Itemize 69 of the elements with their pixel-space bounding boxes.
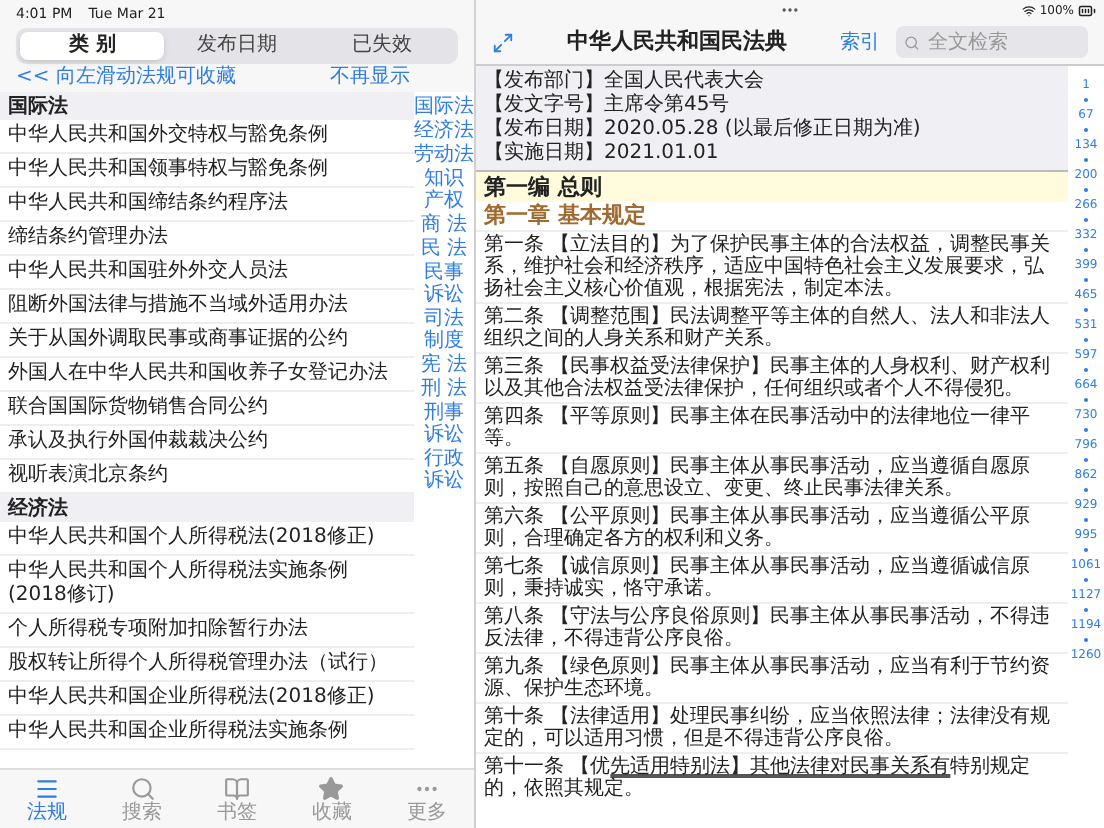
law-list-item[interactable]: 个人所得税专项附加扣除暂行办法: [0, 614, 414, 648]
law-list-item[interactable]: 联合国国际货物销售合同公约: [0, 392, 414, 426]
category-index[interactable]: 劳动法: [414, 144, 474, 166]
segment-tab[interactable]: 发布日期: [164, 32, 310, 60]
battery-icon: [1078, 1, 1096, 19]
law-list-item[interactable]: 中华人民共和国企业所得税法(2018修正): [0, 682, 414, 716]
section-header: 经济法: [0, 494, 414, 522]
category-index[interactable]: 民 法: [420, 238, 468, 260]
book-icon: [224, 775, 251, 801]
law-list-item[interactable]: 缔结条约管理办法: [0, 222, 414, 256]
law-list-item[interactable]: 中华人民共和国个人所得税法实施条例(2018修订): [0, 556, 414, 614]
law-list-item[interactable]: 中华人民共和国外交特权与豁免条例: [0, 120, 414, 154]
category-index[interactable]: 知识产权: [424, 168, 464, 212]
star-icon: [318, 775, 345, 801]
article-text: 第五条 【自愿原则】民事主体从事民事活动，应当遵循自愿原则，按照自己的意思设立、变更、终止民事法律关系。: [476, 452, 1068, 502]
category-index[interactable]: 行政诉讼: [424, 448, 464, 492]
search-field[interactable]: 全文检索: [896, 26, 1088, 58]
document-meta: 【发布日期】2020.05.28 (以最后修正日期为准): [484, 118, 923, 141]
category-index[interactable]: 国际法: [414, 96, 474, 118]
part-heading: 第一编 总则: [476, 172, 1068, 202]
search-icon: [129, 775, 156, 801]
law-list-item[interactable]: 承认及执行外国仲裁裁决公约: [0, 426, 414, 460]
dismiss-link[interactable]: 不再显示: [330, 66, 410, 90]
category-index[interactable]: 刑 法: [420, 378, 468, 400]
chapter-heading: 第一章 基本规定: [482, 202, 648, 230]
tab-bar-item[interactable]: 法规: [0, 770, 95, 828]
article-text: 第二条 【调整范围】民法调整平等主体的自然人、法人和非法人组织之间的人身关系和财产关系。: [476, 302, 1068, 352]
article-text: 第六条 【公平原则】民事主体从事民事活动，应当遵循公平原则，合理确定各方的权利和义务。: [476, 502, 1068, 552]
search-icon: [904, 33, 920, 51]
document-meta: 【实施日期】2021.01.01: [484, 142, 721, 166]
law-list-item[interactable]: 阻断外国法律与措施不当域外适用办法: [0, 290, 414, 324]
law-list-item[interactable]: 关于从国外调取民事或商事证据的公约: [0, 324, 414, 358]
document-meta: 【发文字号】主席令第45号: [484, 94, 732, 117]
swipe-hint: << 向左滑动法规可收藏: [16, 66, 236, 90]
law-list-item[interactable]: 中华人民共和国缔结条约程序法: [0, 188, 414, 222]
law-list-item[interactable]: 股权转让所得个人所得税管理办法（试行）: [0, 648, 414, 682]
index-link[interactable]: 索引: [840, 27, 880, 57]
law-list-item[interactable]: 中华人民共和国企业所得税法实施条例: [0, 716, 414, 750]
law-list-item[interactable]: 中华人民共和国驻外外交人员法: [0, 256, 414, 290]
wifi-icon: [1021, 3, 1036, 17]
article-text: 第三条 【民事权益受法律保护】民事主体的人身权利、财产权利以及其他合法权益受法律保护，任何组织或者个人不得侵犯。: [476, 352, 1068, 402]
tab-bar-item[interactable]: 书签: [189, 770, 285, 828]
article-text: 第四条 【平等原则】民事主体在民事活动中的法律地位一律平等。: [476, 402, 1068, 452]
segment-tab[interactable]: 类 别: [20, 32, 165, 60]
tab-bar-item[interactable]: 搜索: [94, 770, 190, 828]
article-text: 第十条 【法律适用】处理民事纠纷，应当依照法律；法律没有规定的，可以适用习惯，但是不得违背公序良俗。: [476, 702, 1068, 752]
article-text: 第十一条 【优先适用特别法】其他法律对民事关系有特别规定的，依照其规定。: [476, 752, 1068, 802]
tab-bar-item[interactable]: 收藏: [284, 770, 380, 828]
article-text: 第九条 【绿色原则】民事主体从事民事活动，应当有利于节约资源、保护生态环境。: [476, 652, 1068, 702]
category-index[interactable]: 刑事诉讼: [424, 402, 464, 446]
search-input[interactable]: 全文检索: [927, 27, 1080, 57]
category-index[interactable]: 司法制度: [424, 308, 464, 352]
document-meta: 【发布部门】全国人民代表大会: [484, 70, 766, 93]
menu-icon: [34, 775, 61, 801]
article-text: 第八条 【守法与公序良俗原则】民事主体从事民事活动，不得违反法律，不得违背公序良俗。: [476, 602, 1068, 652]
tab-bar-item[interactable]: 更多: [379, 770, 475, 828]
section-header: 国际法: [0, 92, 414, 120]
segment-tab[interactable]: 已失效: [309, 32, 454, 60]
category-index[interactable]: 经济法: [414, 120, 474, 142]
law-list-item[interactable]: 中华人民共和国个人所得税法(2018修正): [0, 522, 414, 556]
category-index[interactable]: 民事诉讼: [424, 262, 464, 306]
document-title: 中华人民共和国民法典: [565, 25, 789, 58]
article-text: 第一条 【立法目的】为了保护民事主体的合法权益，调整民事关系，维护社会和经济秩序，适应中国特色社会主义发展要求，弘扬社会主义核心价值观，根据宪法，制定本法。: [476, 230, 1068, 302]
law-list-item[interactable]: 外国人在中华人民共和国收养子女登记办法: [0, 358, 414, 392]
article-text: 第七条 【诚信原则】民事主体从事民事活动，应当遵循诚信原则，秉持诚实，恪守承诺。: [476, 552, 1068, 602]
category-index[interactable]: 商 法: [420, 214, 468, 236]
category-index[interactable]: 宪 法: [420, 354, 468, 376]
expand-icon: [492, 31, 514, 53]
law-list-item[interactable]: 中华人民共和国领事特权与豁免条例: [0, 154, 414, 188]
